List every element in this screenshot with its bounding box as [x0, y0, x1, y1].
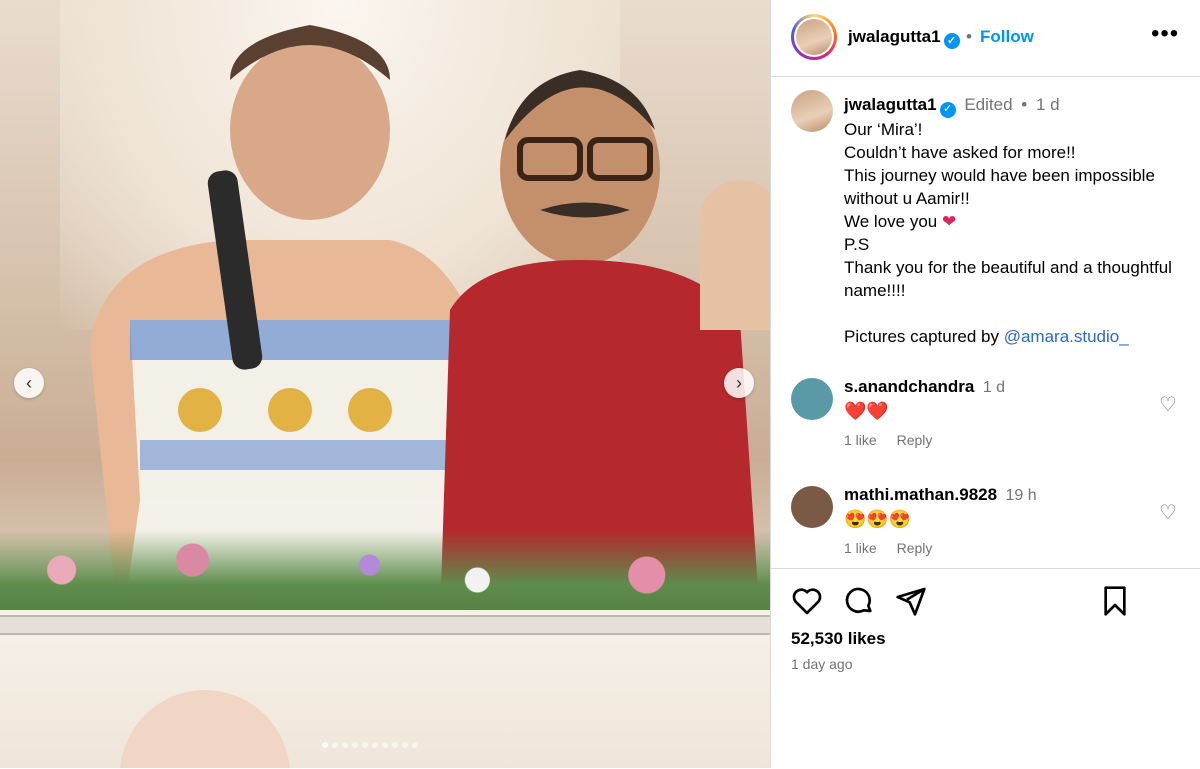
post-photo[interactable]: ‹ ›: [0, 0, 770, 768]
caption-dot: •: [1021, 95, 1028, 114]
share-send-icon[interactable]: [895, 585, 927, 617]
comment-time: 1 d: [982, 379, 1006, 396]
comment-reply-button[interactable]: Reply: [897, 540, 933, 556]
carousel-dots: [322, 742, 418, 748]
carousel-dot: [332, 742, 338, 748]
comment-avatar[interactable]: [791, 486, 833, 528]
comment-bubble-icon[interactable]: [843, 585, 875, 617]
save-bookmark-icon[interactable]: [1099, 585, 1131, 617]
photo-background-person: [700, 180, 770, 330]
carousel-dot: [402, 742, 408, 748]
more-options-icon[interactable]: •••: [1151, 20, 1179, 48]
like-heart-icon[interactable]: [791, 585, 823, 617]
carousel-dot: [412, 742, 418, 748]
comment-likes[interactable]: 1 like: [844, 540, 877, 556]
caption-line: We love you ❤: [844, 211, 957, 231]
carousel-dot: [382, 742, 388, 748]
comment-like-heart-icon[interactable]: ♡: [1159, 392, 1177, 417]
header-username[interactable]: jwalagutta1 ✓: [848, 27, 960, 49]
header-separator: •: [966, 27, 972, 46]
caption-time: 1 d: [1035, 95, 1060, 114]
caption-line: Couldn’t have asked for more!!: [844, 142, 1076, 162]
caption-line: Pictures captured by @amara.studio_: [844, 326, 1129, 346]
comment-text: 😍😍😍: [844, 509, 912, 529]
caption-edited: Edited: [964, 95, 1013, 114]
carousel-dot: [342, 742, 348, 748]
carousel-next-button[interactable]: ›: [724, 368, 754, 398]
caption-line: P.S: [844, 234, 870, 254]
post-actions: 52,530 likes 1 day ago: [771, 568, 1200, 769]
likes-count[interactable]: 52,530 likes: [791, 629, 886, 649]
post-header: jwalagutta1 ✓ • Follow •••: [771, 0, 1200, 77]
caption-line: This journey would have been impossible …: [844, 165, 1155, 208]
post-side-panel: jwalagutta1 ✓ • Follow ••• jwalagutta1 ✓ E…: [770, 0, 1200, 768]
carousel-dot: [322, 742, 328, 748]
caption-username[interactable]: jwalagutta1: [844, 95, 937, 114]
verified-badge-icon: ✓: [943, 32, 960, 49]
caption-avatar[interactable]: [791, 90, 833, 132]
comment-likes[interactable]: 1 like: [844, 432, 877, 448]
comment-username[interactable]: mathi.mathan.9828: [844, 485, 997, 504]
heart-emoji-icon: ❤: [941, 211, 957, 231]
comment-time: 19 h: [1005, 487, 1037, 504]
follow-button[interactable]: Follow: [980, 27, 1034, 47]
mention-link[interactable]: @amara.studio_: [1004, 327, 1129, 346]
avatar-image: [796, 19, 832, 55]
carousel-dot: [352, 742, 358, 748]
carousel-dot: [392, 742, 398, 748]
photo-crib-rail: [0, 615, 770, 635]
comment-avatar[interactable]: [791, 378, 833, 420]
comment-like-heart-icon[interactable]: ♡: [1159, 500, 1177, 525]
post-time-ago: 1 day ago: [791, 656, 853, 672]
comment-username[interactable]: s.anandchandra: [844, 377, 974, 396]
header-avatar[interactable]: [791, 14, 837, 60]
carousel-dot: [362, 742, 368, 748]
carousel-dot: [372, 742, 378, 748]
comment-text: ❤️❤️: [844, 401, 889, 421]
caption-line: Our ‘Mira’!: [844, 119, 923, 139]
caption-line: [844, 302, 1194, 325]
comment-reply-button[interactable]: Reply: [897, 432, 933, 448]
carousel-prev-button[interactable]: ‹: [14, 368, 44, 398]
verified-badge-icon: ✓: [939, 101, 956, 118]
caption-line: Thank you for the beautiful and a though…: [844, 257, 1172, 300]
